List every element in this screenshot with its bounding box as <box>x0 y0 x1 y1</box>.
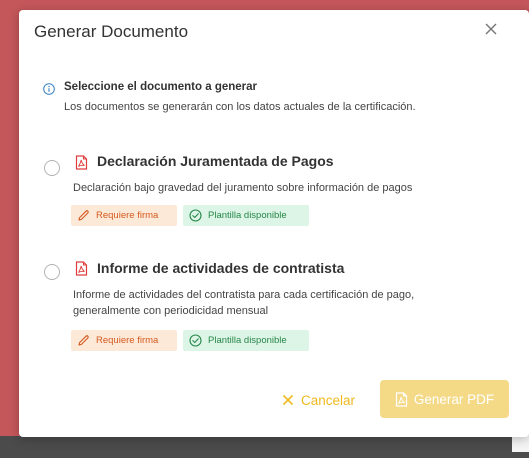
dialog-title: Generar Documento <box>34 22 189 41</box>
pdf-file-icon <box>75 261 88 276</box>
info-icon <box>43 83 55 95</box>
template-available-badge: Plantilla disponible <box>183 205 309 226</box>
document-description-line-2: generalmente con periodicidad mensual <box>73 305 269 317</box>
close-button[interactable] <box>482 20 500 38</box>
check-circle-icon <box>189 209 202 222</box>
document-description-line-1: Informe de actividades del contratista p… <box>73 289 415 301</box>
pen-icon <box>78 210 89 221</box>
info-description: Los documentos se generarán con los dato… <box>64 101 416 113</box>
background-overlay-bottom <box>0 436 529 458</box>
template-available-label: Plantilla disponible <box>208 335 287 346</box>
info-title: Seleccione el documento a generar <box>64 81 258 93</box>
requires-signature-label: Requiere firma <box>96 335 159 346</box>
cancel-label: Cancelar <box>301 392 356 408</box>
document-description-informe: Informe de actividades del contratista p… <box>73 287 493 319</box>
cancel-button[interactable]: Cancelar <box>281 388 355 412</box>
requires-signature-badge: Requiere firma <box>71 205 177 226</box>
document-title-declaracion: Declaración Juramentada de Pagos <box>97 153 334 169</box>
close-icon <box>485 23 497 35</box>
pen-icon <box>78 335 89 346</box>
generate-pdf-label: Generar PDF <box>413 391 495 407</box>
pdf-file-icon <box>75 155 88 170</box>
document-radio-informe[interactable] <box>44 264 60 280</box>
generate-pdf-button[interactable]: Generar PDF <box>380 380 509 418</box>
document-radio-declaracion[interactable] <box>44 160 60 176</box>
check-circle-icon <box>189 334 202 347</box>
requires-signature-label: Requiere firma <box>96 210 159 221</box>
pdf-file-icon <box>395 391 408 407</box>
template-available-badge: Plantilla disponible <box>183 330 309 351</box>
requires-signature-badge: Requiere firma <box>71 330 177 351</box>
document-description-declaracion: Declaración bajo gravedad del juramento … <box>73 182 413 194</box>
document-title-informe: Informe de actividades de contratista <box>97 260 345 276</box>
close-icon <box>282 394 294 406</box>
template-available-label: Plantilla disponible <box>208 210 287 221</box>
generate-document-dialog: Generar Documento Seleccione el document… <box>19 10 529 437</box>
